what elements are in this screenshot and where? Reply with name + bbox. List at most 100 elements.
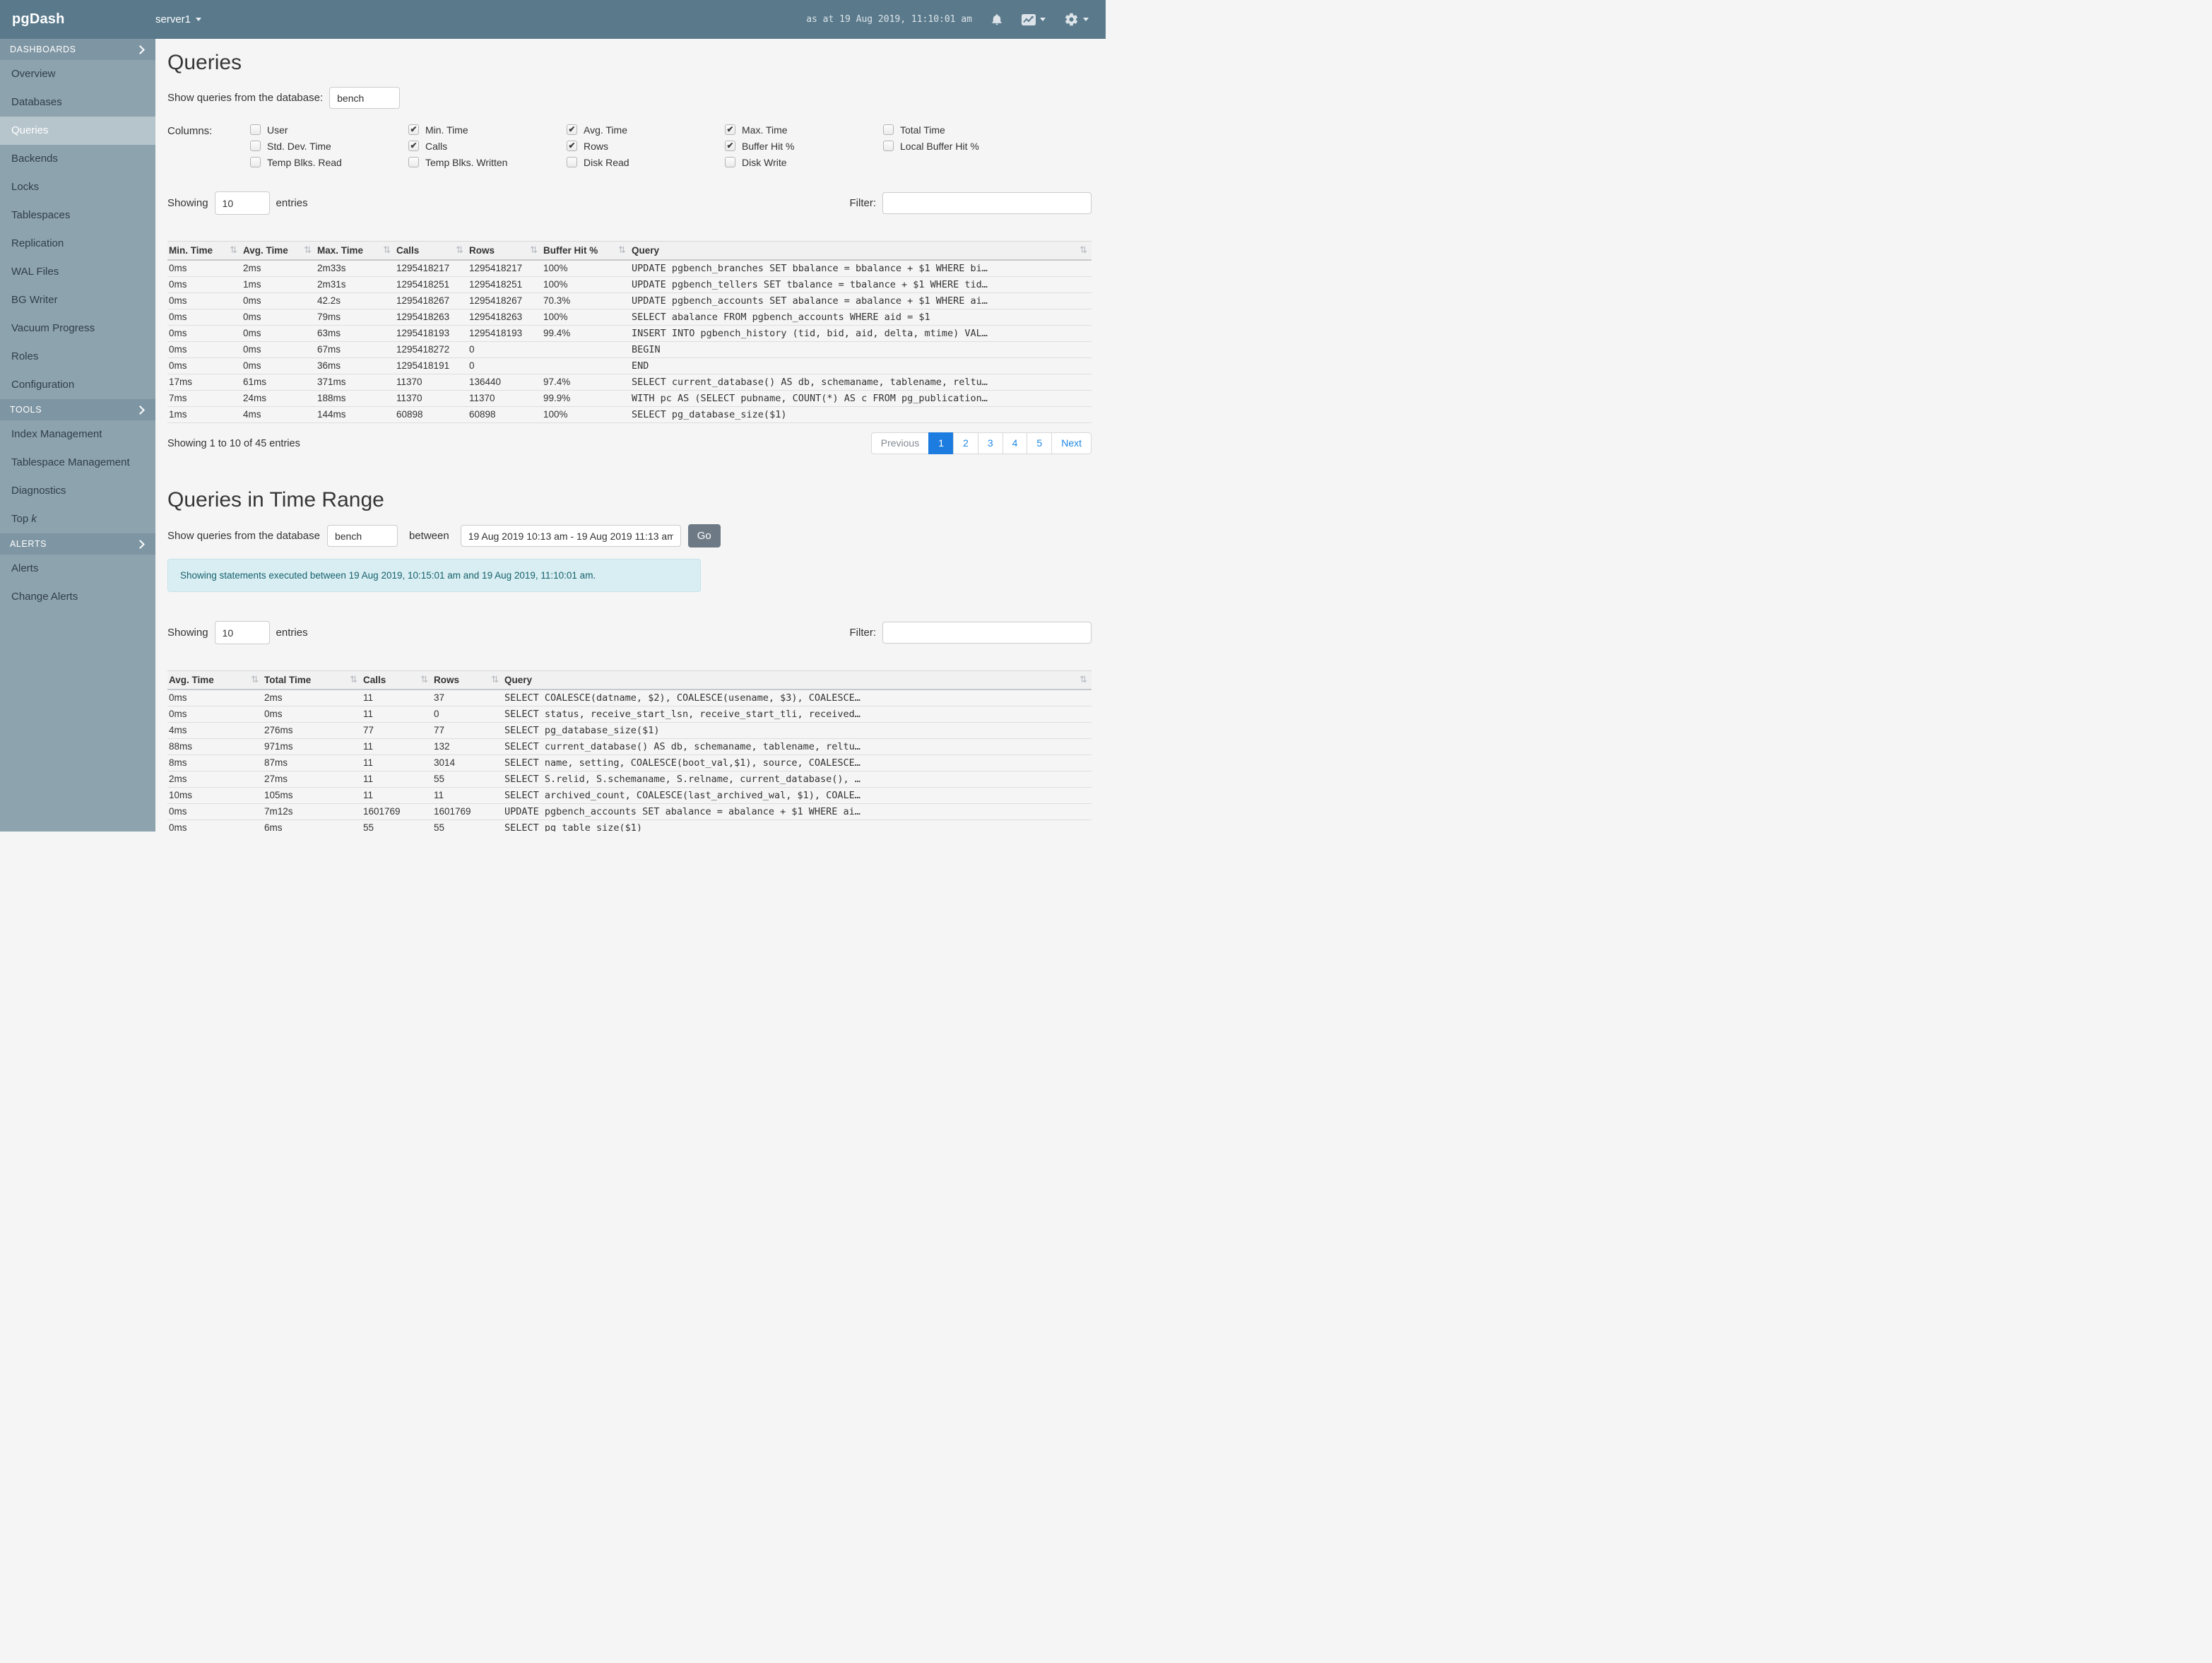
column-header-total-time[interactable]: Total Time — [263, 670, 362, 690]
sort-icon[interactable] — [491, 675, 499, 685]
query-link[interactable]: SELECT name, setting, COALESCE(boot_val,… — [503, 754, 1092, 771]
sidebar-section-alerts[interactable]: ALERTS — [0, 533, 155, 555]
sidebar-item-backends[interactable]: Backends — [0, 145, 155, 173]
sidebar-item-overview[interactable]: Overview — [0, 60, 155, 88]
column-header-calls[interactable]: Calls — [362, 670, 432, 690]
sidebar-item-top-k[interactable]: Top k — [0, 505, 155, 533]
column-header-rows[interactable]: Rows — [468, 241, 542, 261]
sort-icon[interactable] — [350, 675, 357, 685]
sort-icon[interactable] — [618, 245, 626, 256]
query-link[interactable]: SELECT current_database() AS db, scheman… — [503, 738, 1092, 755]
column-header-query[interactable]: Query — [503, 670, 1092, 690]
pagination-page-3[interactable]: 3 — [977, 432, 1003, 454]
checkbox-user[interactable]: User — [250, 124, 408, 136]
query-link[interactable]: SELECT COALESCE(datname, $2), COALESCE(u… — [503, 690, 1092, 706]
pagination-page-5[interactable]: 5 — [1027, 432, 1053, 454]
column-header-calls[interactable]: Calls — [395, 241, 468, 261]
column-header-max-time[interactable]: Max. Time — [316, 241, 395, 261]
column-header-avg-time[interactable]: Avg. Time — [242, 241, 316, 261]
column-header-min-time[interactable]: Min. Time — [167, 241, 242, 261]
sort-icon[interactable] — [456, 245, 463, 256]
checkbox-calls[interactable]: Calls — [408, 141, 567, 152]
pagination-previous[interactable]: Previous — [870, 432, 930, 454]
database-input[interactable] — [329, 87, 401, 109]
sort-icon[interactable] — [383, 245, 391, 256]
sidebar-item-wal-files[interactable]: WAL Files — [0, 258, 155, 286]
checkbox-max-time[interactable]: Max. Time — [725, 124, 883, 136]
sidebar-item-change-alerts[interactable]: Change Alerts — [0, 583, 155, 611]
query-link[interactable]: SELECT current_database() AS db, scheman… — [630, 374, 1092, 391]
time-range-input[interactable] — [460, 525, 681, 547]
go-button[interactable]: Go — [687, 524, 721, 548]
sort-icon[interactable] — [251, 675, 259, 685]
sort-icon[interactable] — [420, 675, 428, 685]
sort-icon[interactable] — [230, 245, 237, 256]
query-link[interactable]: SELECT pg_table_size($1) — [503, 819, 1092, 832]
sort-icon[interactable] — [304, 245, 312, 256]
page-length-input[interactable] — [214, 621, 270, 644]
sidebar-item-diagnostics[interactable]: Diagnostics — [0, 477, 155, 505]
query-link[interactable]: SELECT abalance FROM pgbench_accounts WH… — [630, 309, 1092, 326]
page-length-input[interactable] — [214, 191, 270, 215]
charts-menu-button[interactable] — [1022, 13, 1046, 25]
query-link[interactable]: SELECT S.relid, S.schemaname, S.relname,… — [503, 771, 1092, 788]
query-link[interactable]: UPDATE pgbench_tellers SET tbalance = tb… — [630, 276, 1092, 293]
filter-input[interactable] — [882, 622, 1092, 644]
query-link[interactable]: SELECT status, receive_start_lsn, receiv… — [503, 706, 1092, 723]
sidebar-section-dashboards[interactable]: DASHBOARDS — [0, 39, 155, 60]
sidebar-item-replication[interactable]: Replication — [0, 230, 155, 258]
checkbox-temp-blks-written[interactable]: Temp Blks. Written — [408, 157, 567, 168]
query-link[interactable]: SELECT pg_database_size($1) — [630, 406, 1092, 423]
pagination-page-4[interactable]: 4 — [1002, 432, 1028, 454]
database-input[interactable] — [326, 525, 398, 547]
column-header-rows[interactable]: Rows — [432, 670, 503, 690]
query-link[interactable]: UPDATE pgbench_accounts SET abalance = a… — [630, 292, 1092, 309]
query-link[interactable]: BEGIN — [630, 341, 1092, 358]
query-link[interactable]: WITH pc AS (SELECT pubname, COUNT(*) AS … — [630, 390, 1092, 407]
query-link[interactable]: SELECT archived_count, COALESCE(last_arc… — [503, 787, 1092, 804]
checkbox-total-time[interactable]: Total Time — [883, 124, 1041, 136]
notifications-button[interactable] — [990, 13, 1003, 27]
checkbox-unchecked-icon — [567, 157, 577, 167]
sort-icon[interactable] — [1080, 675, 1087, 685]
brand-logo[interactable]: pgDash — [0, 11, 155, 28]
column-header-buffer-hit[interactable]: Buffer Hit % — [542, 241, 630, 261]
sidebar-item-alerts[interactable]: Alerts — [0, 555, 155, 583]
checkbox-avg-time[interactable]: Avg. Time — [567, 124, 725, 136]
sidebar-item-queries[interactable]: Queries — [0, 117, 155, 145]
checkbox-rows[interactable]: Rows — [567, 141, 725, 152]
pagination-page-1[interactable]: 1 — [928, 432, 954, 454]
sidebar-item-configuration[interactable]: Configuration — [0, 371, 155, 399]
sidebar-section-tools[interactable]: TOOLS — [0, 399, 155, 420]
column-header-avg-time[interactable]: Avg. Time — [167, 670, 263, 690]
sidebar-item-tablespace-management[interactable]: Tablespace Management — [0, 449, 155, 477]
sort-icon[interactable] — [530, 245, 538, 256]
sidebar-item-bg-writer[interactable]: BG Writer — [0, 286, 155, 314]
table-cell: 0ms — [167, 276, 242, 293]
sidebar-item-roles[interactable]: Roles — [0, 343, 155, 371]
sidebar-item-tablespaces[interactable]: Tablespaces — [0, 201, 155, 230]
query-link[interactable]: INSERT INTO pgbench_history (tid, bid, a… — [630, 325, 1092, 342]
filter-input[interactable] — [882, 192, 1092, 214]
query-link[interactable]: UPDATE pgbench_branches SET bbalance = b… — [630, 260, 1092, 277]
server-selector[interactable]: server1 — [155, 13, 202, 25]
column-header-query[interactable]: Query — [630, 241, 1092, 261]
query-link[interactable]: UPDATE pgbench_accounts SET abalance = a… — [503, 803, 1092, 820]
sidebar-item-locks[interactable]: Locks — [0, 173, 155, 201]
query-link[interactable]: END — [630, 357, 1092, 374]
checkbox-buffer-hit[interactable]: Buffer Hit % — [725, 141, 883, 152]
checkbox-disk-write[interactable]: Disk Write — [725, 157, 883, 168]
query-link[interactable]: SELECT pg_database_size($1) — [503, 722, 1092, 739]
sidebar-item-vacuum-progress[interactable]: Vacuum Progress — [0, 314, 155, 343]
pagination-next[interactable]: Next — [1051, 432, 1092, 454]
checkbox-min-time[interactable]: Min. Time — [408, 124, 567, 136]
checkbox-temp-blks-read[interactable]: Temp Blks. Read — [250, 157, 408, 168]
settings-menu-button[interactable] — [1064, 12, 1089, 27]
pagination-page-2[interactable]: 2 — [953, 432, 978, 454]
checkbox-std-dev-time[interactable]: Std. Dev. Time — [250, 141, 408, 152]
sidebar-item-index-management[interactable]: Index Management — [0, 420, 155, 449]
sidebar-item-databases[interactable]: Databases — [0, 88, 155, 117]
sort-icon[interactable] — [1080, 245, 1087, 256]
checkbox-disk-read[interactable]: Disk Read — [567, 157, 725, 168]
checkbox-local-buffer-hit[interactable]: Local Buffer Hit % — [883, 141, 1041, 152]
